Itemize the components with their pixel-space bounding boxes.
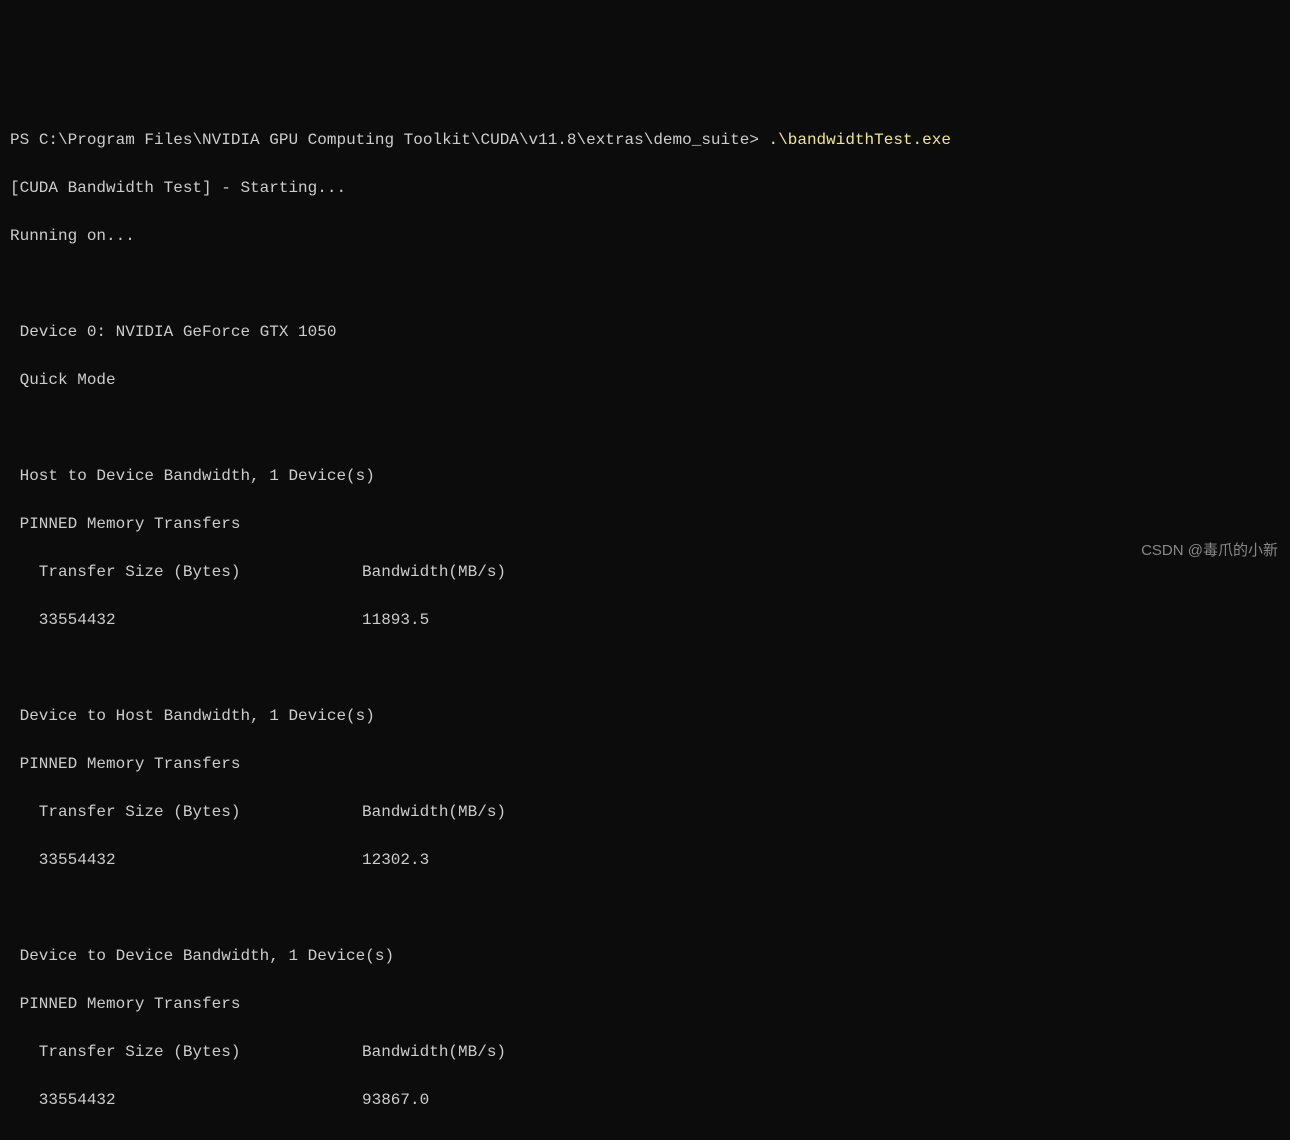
section-memtype: PINNED Memory Transfers: [10, 512, 1280, 536]
blank-line: [10, 272, 1280, 296]
col2-value: 93867.0: [362, 1088, 429, 1112]
output-mode: Quick Mode: [10, 368, 1280, 392]
col1-header: Transfer Size (Bytes): [10, 1040, 362, 1064]
section-header-row: Transfer Size (Bytes)Bandwidth(MB/s): [10, 800, 1280, 824]
col1-value: 33554432: [10, 848, 362, 872]
section-value-row: 3355443212302.3: [10, 848, 1280, 872]
output-header: [CUDA Bandwidth Test] - Starting...: [10, 176, 1280, 200]
section-value-row: 3355443293867.0: [10, 1088, 1280, 1112]
blank-line: [10, 896, 1280, 920]
col1-value: 33554432: [10, 608, 362, 632]
output-device: Device 0: NVIDIA GeForce GTX 1050: [10, 320, 1280, 344]
blank-line: [10, 1136, 1280, 1140]
blank-line: [10, 656, 1280, 680]
blank-line: [10, 416, 1280, 440]
watermark: CSDN @毒爪的小新: [1141, 540, 1278, 563]
terminal-output[interactable]: PS C:\Program Files\NVIDIA GPU Computing…: [10, 104, 1280, 1140]
col1-value: 33554432: [10, 1088, 362, 1112]
section-value-row: 3355443211893.5: [10, 608, 1280, 632]
command-text: .\bandwidthTest.exe: [769, 131, 951, 149]
col1-header: Transfer Size (Bytes): [10, 560, 362, 584]
section-header-row: Transfer Size (Bytes)Bandwidth(MB/s): [10, 1040, 1280, 1064]
col2-value: 11893.5: [362, 608, 429, 632]
prompt-line: PS C:\Program Files\NVIDIA GPU Computing…: [10, 128, 1280, 152]
section-title: Host to Device Bandwidth, 1 Device(s): [10, 464, 1280, 488]
ps-prefix: PS: [10, 131, 39, 149]
section-title: Device to Host Bandwidth, 1 Device(s): [10, 704, 1280, 728]
col2-value: 12302.3: [362, 848, 429, 872]
prompt-separator: >: [749, 131, 768, 149]
section-memtype: PINNED Memory Transfers: [10, 992, 1280, 1016]
section-title: Device to Device Bandwidth, 1 Device(s): [10, 944, 1280, 968]
output-running: Running on...: [10, 224, 1280, 248]
section-memtype: PINNED Memory Transfers: [10, 752, 1280, 776]
section-header-row: Transfer Size (Bytes)Bandwidth(MB/s): [10, 560, 1280, 584]
col2-header: Bandwidth(MB/s): [362, 560, 506, 584]
col1-header: Transfer Size (Bytes): [10, 800, 362, 824]
col2-header: Bandwidth(MB/s): [362, 800, 506, 824]
prompt-path: C:\Program Files\NVIDIA GPU Computing To…: [39, 131, 750, 149]
col2-header: Bandwidth(MB/s): [362, 1040, 506, 1064]
